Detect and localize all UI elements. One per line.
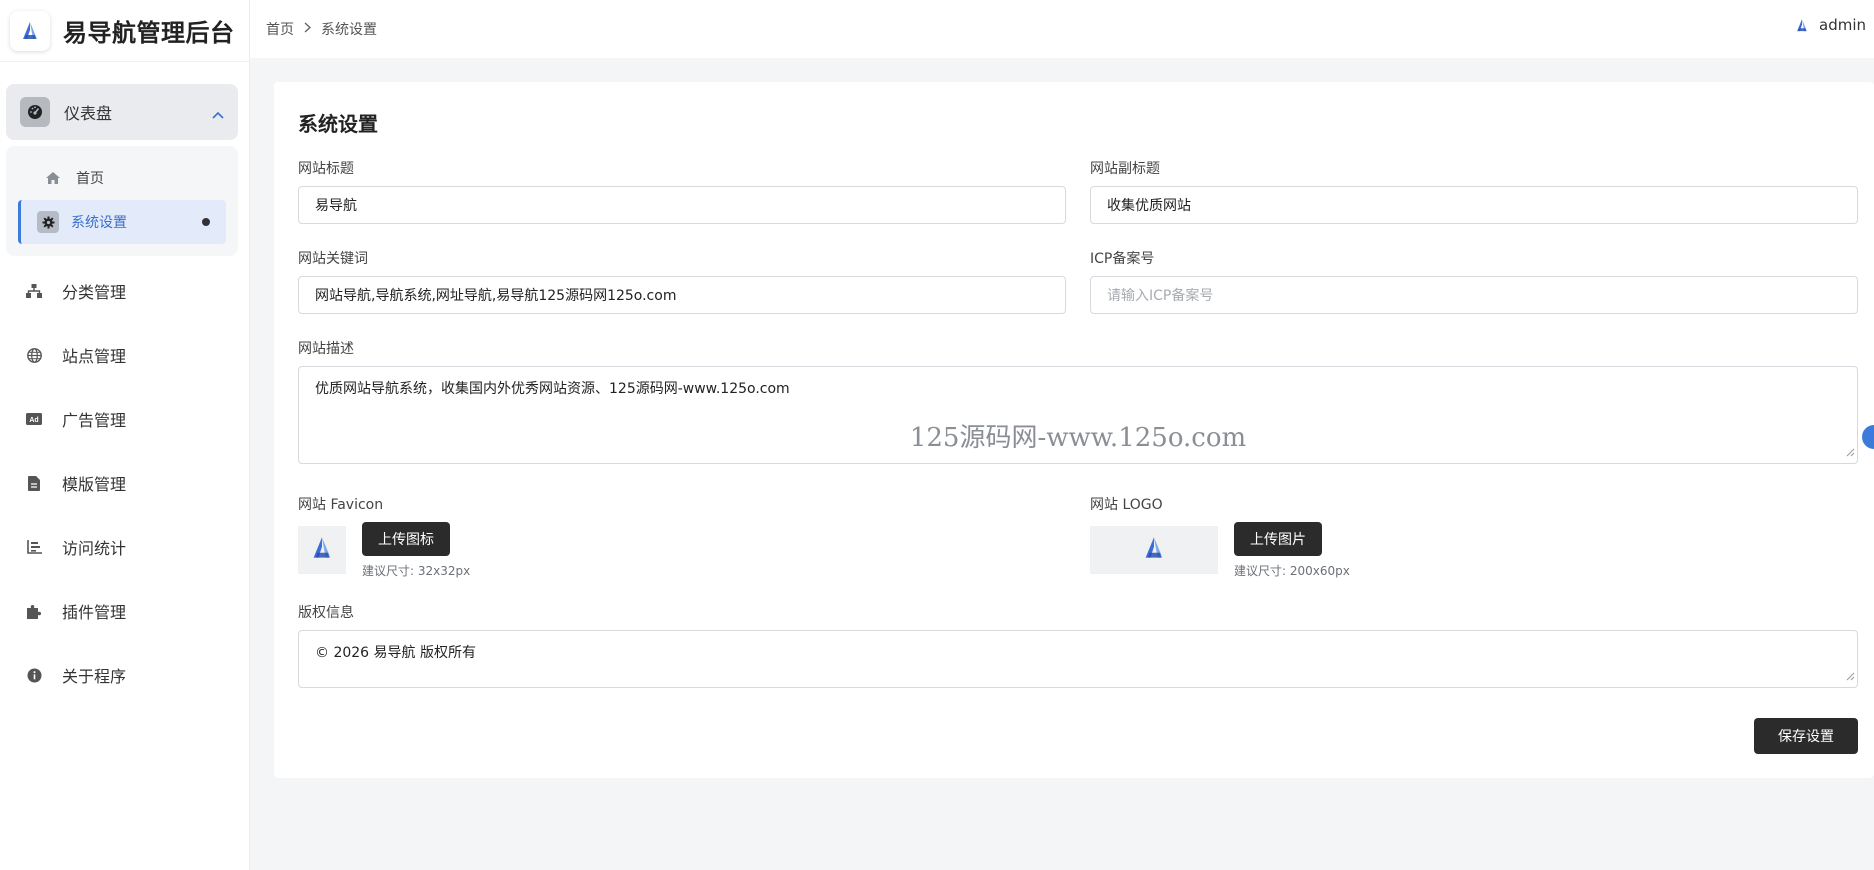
site-subtitle-label: 网站副标题 [1090,161,1160,177]
logo-label: 网站 LOGO [1090,497,1163,513]
site-title-input[interactable]: 易导航 [298,186,1066,224]
sidebar-item-label: 站点管理 [62,347,127,366]
info-icon [25,668,43,683]
description-text: 优质网站导航系统，收集国内外优秀网站资源、125源码网-www.125o.com [315,381,790,397]
sidebar-item-label: 首页 [76,171,104,187]
app-root: 易导航管理后台 仪表盘 首页 系统设置 分类管理 站点管理 Ad 广告管理 模版… [0,0,1874,870]
dashboard-icon [20,97,50,127]
active-indicator-dot [202,218,210,226]
a-logo-icon [10,10,50,51]
keywords-label: 网站关键词 [298,251,368,267]
sidebar-item-label: 系统设置 [71,215,127,231]
logo-size-hint: 建议尺寸: 200x60px [1234,564,1350,578]
sidebar-item-label: 访问统计 [62,539,127,558]
sidebar-item-label: 广告管理 [62,411,127,430]
floating-action-button[interactable] [1862,425,1874,449]
topbar: 首页 系统设置 admin [250,0,1874,58]
watermark-text: 125源码网-www.125o.com [909,423,1247,453]
globe-icon [25,347,43,363]
sidebar: 易导航管理后台 仪表盘 首页 系统设置 分类管理 站点管理 Ad 广告管理 模版… [0,0,250,870]
sitemap-icon [25,284,43,298]
description-label: 网站描述 [298,341,354,357]
brand[interactable]: 易导航管理后台 [0,0,249,62]
sidebar-item-label: 模版管理 [62,475,127,494]
avatar [1795,18,1809,32]
favicon-size-hint: 建议尺寸: 32x32px [362,564,471,578]
svg-text:Ad: Ad [29,417,38,424]
menu-group-label: 仪表盘 [64,104,113,123]
sidebar-item-settings[interactable]: 系统设置 [18,200,226,244]
keywords-input[interactable]: 网站导航,导航系统,网址导航,易导航125源码网125o.com [298,276,1066,314]
upload-favicon-button[interactable]: 上传图标 [362,522,450,556]
sidebar-item-home[interactable]: 首页 [18,156,226,200]
icp-label: ICP备案号 [1090,251,1155,267]
menu-group-header[interactable]: 仪表盘 [6,84,238,140]
page-title: 系统设置 [298,112,378,136]
user-menu[interactable]: admin [1795,16,1866,34]
ad-icon: Ad [25,413,43,425]
breadcrumb-home[interactable]: 首页 [266,19,294,39]
sidebar-item-label: 关于程序 [62,667,127,686]
sidebar-item-ads[interactable]: Ad 广告管理 [0,387,250,451]
sidebar-item-label: 分类管理 [62,283,127,302]
resize-handle-icon[interactable] [1846,669,1855,685]
copyright-label: 版权信息 [298,605,354,621]
sidebar-item-plugins[interactable]: 插件管理 [0,579,250,643]
icp-input[interactable]: 请输入ICP备案号 [1090,276,1858,314]
chevron-right-icon [304,21,312,37]
sidebar-item-templates[interactable]: 模版管理 [0,451,250,515]
chevron-up-icon[interactable] [212,104,224,123]
save-settings-button[interactable]: 保存设置 [1754,718,1858,754]
sidebar-item-stats[interactable]: 访问统计 [0,515,250,579]
submenu: 首页 系统设置 [6,146,238,256]
sidebar-item-sites[interactable]: 站点管理 [0,323,250,387]
description-textarea[interactable]: 优质网站导航系统，收集国内外优秀网站资源、125源码网-www.125o.com… [298,366,1858,464]
logo-preview [1090,526,1218,574]
sidebar-item-about[interactable]: 关于程序 [0,643,250,707]
chart-icon [25,540,43,554]
brand-title: 易导航管理后台 [63,19,235,47]
site-subtitle-input[interactable]: 收集优质网站 [1090,186,1858,224]
copyright-textarea[interactable]: © 2026 易导航 版权所有 [298,630,1858,688]
sidebar-item-label: 插件管理 [62,603,127,622]
puzzle-icon [25,604,43,619]
home-icon [42,172,64,184]
menu-group-dashboard: 仪表盘 首页 系统设置 [6,84,238,256]
upload-logo-button[interactable]: 上传图片 [1234,522,1322,556]
resize-handle-icon[interactable] [1846,445,1855,461]
user-name: admin [1819,16,1866,34]
favicon-label: 网站 Favicon [298,497,384,513]
file-icon [25,475,43,491]
copyright-text: © 2026 易导航 版权所有 [315,645,476,661]
nav-list: 分类管理 站点管理 Ad 广告管理 模版管理 访问统计 插件管理 关于程序 [0,259,250,707]
settings-card: 系统设置 网站标题 易导航 网站副标题 收集优质网站 网站关键词 网站导航,导航… [274,82,1874,778]
favicon-preview [298,526,346,574]
breadcrumb-current: 系统设置 [321,22,377,38]
site-title-label: 网站标题 [298,161,354,177]
a-logo-icon [310,537,334,563]
gear-icon [37,211,59,233]
sidebar-item-categories[interactable]: 分类管理 [0,259,250,323]
a-logo-icon [1142,537,1166,563]
